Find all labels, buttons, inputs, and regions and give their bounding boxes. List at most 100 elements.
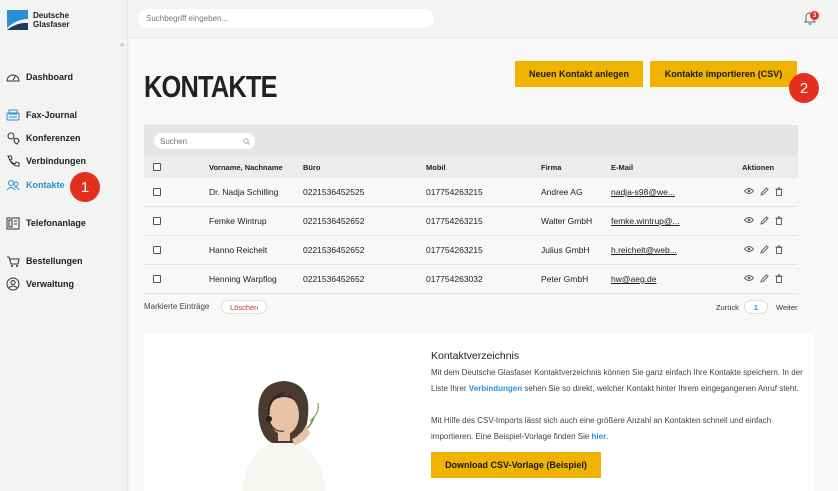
row-checkbox[interactable]: [153, 246, 161, 254]
edit-icon[interactable]: [760, 273, 769, 285]
row-checkbox[interactable]: [153, 275, 161, 283]
column-header-mobil[interactable]: Mobil: [426, 163, 446, 172]
sidebar-item-verwaltung[interactable]: Verwaltung: [6, 277, 74, 291]
brand-line1: Deutsche: [33, 11, 70, 20]
table-row[interactable]: Femke Wintrup 0221536452652 017754263215 Wa…: [144, 207, 798, 236]
notification-count-badge: 3: [810, 11, 819, 20]
info-paragraph-2: Mit Hilfe des CSV-Imports lässt sich auc…: [431, 413, 806, 445]
info-card: Kontaktverzeichnis Mit dem Deutsche Glas…: [144, 333, 814, 491]
cell-email[interactable]: nadja-s98@we...: [611, 187, 675, 197]
global-search-input[interactable]: [138, 9, 434, 28]
cell-email[interactable]: hw@aeg.de: [611, 274, 657, 284]
step-badge-2: 2: [789, 73, 819, 103]
conference-icon: [6, 131, 20, 145]
pagination-next-link[interactable]: Weiter: [776, 303, 798, 312]
sidebar-item-telefonanlage[interactable]: Telefonanlage: [6, 216, 86, 230]
cell-mobil: 017754263032: [426, 274, 483, 284]
cell-firma: Julius GmbH: [541, 245, 590, 255]
sidebar-item-label: Verbindungen: [26, 156, 87, 166]
marked-entries-label: Markierte Einträge: [144, 302, 210, 311]
cell-mobil: 017754263215: [426, 187, 483, 197]
cell-firma: Walter GmbH: [541, 216, 593, 226]
row-checkbox[interactable]: [153, 217, 161, 225]
pagination-back-link[interactable]: Zurück: [716, 303, 739, 312]
sidebar-item-konferenzen[interactable]: Konferenzen: [6, 131, 81, 145]
cell-name: Henning Warpflog: [209, 274, 277, 284]
edit-icon[interactable]: [760, 244, 769, 256]
cell-name: Femke Wintrup: [209, 216, 267, 226]
contacts-table: Vorname, Nachname Büro Mobil Firma E-Mai…: [144, 125, 798, 294]
sidebar-item-fax-journal[interactable]: Fax-Journal: [6, 108, 77, 122]
main-content: KONTAKTE Neuen Kontakt anlegen Kontakte …: [129, 39, 838, 491]
page-title: KONTAKTE: [144, 69, 278, 104]
table-footer: Markierte Einträge Löschen Zurück 1 Weit…: [144, 300, 814, 316]
info-text: .: [606, 432, 609, 441]
pbx-icon: [6, 216, 20, 230]
phone-icon: [6, 154, 20, 168]
sidebar-item-dashboard[interactable]: Dashboard: [6, 70, 73, 84]
cell-mobil: 017754263215: [426, 216, 483, 226]
column-header-email[interactable]: E-Mail: [611, 163, 633, 172]
search-icon[interactable]: [243, 137, 250, 147]
sidebar-item-kontakte[interactable]: Kontakte: [6, 178, 65, 192]
table-header-row: Vorname, Nachname Büro Mobil Firma E-Mai…: [144, 156, 798, 178]
collapse-sidebar-icon[interactable]: «: [120, 40, 124, 49]
sidebar-item-label: Telefonanlage: [26, 218, 86, 228]
import-csv-button[interactable]: Kontakte importieren (CSV): [650, 61, 797, 87]
view-icon[interactable]: [743, 216, 755, 226]
cell-firma: Andree AG: [541, 187, 583, 197]
sidebar-item-bestellungen[interactable]: Bestellungen: [6, 254, 83, 268]
cell-firma: Peter GmbH: [541, 274, 589, 284]
cell-buero: 0221536452652: [303, 245, 365, 255]
trash-icon[interactable]: [775, 244, 783, 256]
column-header-aktionen: Aktionen: [742, 162, 775, 172]
trash-icon[interactable]: [775, 215, 783, 227]
brand-logo-icon: [7, 10, 28, 30]
column-header-name[interactable]: Vorname, Nachname: [209, 163, 283, 172]
edit-icon[interactable]: [760, 186, 769, 198]
sidebar-item-label: Dashboard: [26, 72, 74, 82]
table-search-input[interactable]: [154, 133, 255, 149]
select-all-checkbox[interactable]: [153, 163, 161, 171]
new-contact-button[interactable]: Neuen Kontakt anlegen: [515, 61, 643, 87]
cart-icon: [6, 254, 20, 268]
table-row[interactable]: Dr. Nadja Schilling 0221536452525 01775426…: [144, 178, 798, 207]
row-checkbox[interactable]: [153, 188, 161, 196]
view-icon[interactable]: [743, 245, 755, 255]
edit-icon[interactable]: [760, 215, 769, 227]
brand-logo[interactable]: Deutsche Glasfaser: [7, 10, 69, 30]
sidebar: Deutsche Glasfaser « Dashboard Fax-Journ…: [0, 0, 128, 491]
table-toolbar: [144, 125, 798, 156]
cell-buero: 0221536452652: [303, 274, 365, 284]
cell-email[interactable]: h.reichelt@web...: [611, 245, 677, 255]
sidebar-item-label: Konferenzen: [26, 133, 81, 143]
cell-name: Dr. Nadja Schilling: [209, 187, 279, 197]
table-row[interactable]: Hanno Reichelt 0221536452652 017754263215 J…: [144, 236, 798, 265]
template-link[interactable]: hier: [592, 432, 607, 441]
download-csv-template-button[interactable]: Download CSV-Vorlage (Beispiel): [431, 452, 601, 478]
sidebar-item-verbindungen[interactable]: Verbindungen: [6, 154, 86, 168]
fax-icon: [6, 108, 20, 122]
cell-buero: 0221536452652: [303, 216, 365, 226]
pagination-current-page[interactable]: 1: [744, 300, 768, 314]
view-icon[interactable]: [743, 187, 755, 197]
column-header-buero[interactable]: Büro: [303, 163, 321, 172]
gauge-icon: [6, 70, 20, 84]
info-title: Kontaktverzeichnis: [431, 350, 520, 362]
sidebar-item-label: Bestellungen: [26, 256, 83, 266]
verbindungen-link[interactable]: Verbindungen: [469, 384, 522, 393]
delete-selected-button[interactable]: Löschen: [221, 300, 268, 314]
sidebar-item-label: Verwaltung: [26, 279, 75, 289]
cell-name: Hanno Reichelt: [209, 245, 268, 255]
cell-email[interactable]: femke.wintrup@...: [611, 216, 680, 226]
cell-buero: 0221536452525: [303, 187, 365, 197]
woman-with-headset-illustration: [234, 373, 334, 491]
trash-icon[interactable]: [775, 186, 783, 198]
column-header-firma[interactable]: Firma: [541, 163, 561, 172]
step-badge-1: 1: [70, 172, 100, 202]
top-bar: 3: [129, 0, 838, 38]
table-row[interactable]: Henning Warpflog 0221536452652 01775426303…: [144, 265, 798, 294]
view-icon[interactable]: [743, 274, 755, 284]
trash-icon[interactable]: [775, 273, 783, 285]
contacts-icon: [6, 178, 20, 192]
